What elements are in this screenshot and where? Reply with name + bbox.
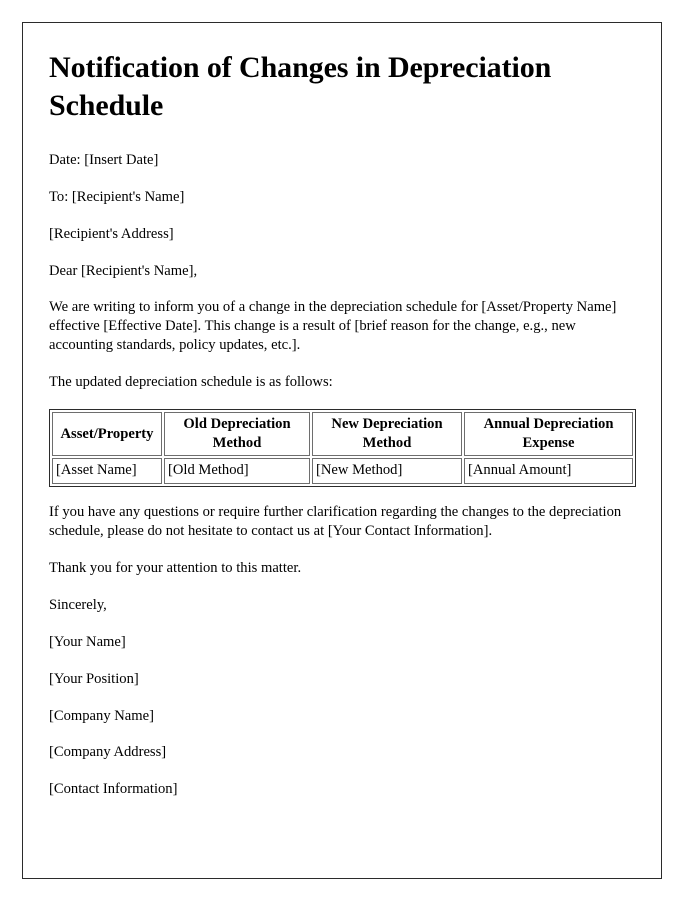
- salutation: Dear [Recipient's Name],: [49, 262, 198, 279]
- recipient-name-line: To: [Recipient's Name]: [49, 188, 185, 205]
- intro-paragraph: We are writing to inform you of a change…: [49, 299, 617, 354]
- page-frame: Notification of Changes in Depreciation …: [22, 22, 662, 879]
- thanks-paragraph: Thank you for your attention to this mat…: [49, 559, 302, 576]
- cell-old-method: [Old Method]: [164, 457, 310, 484]
- signature-company-name: [Company Name]: [49, 707, 154, 724]
- table-lead-in: The updated depreciation schedule is as …: [49, 374, 333, 391]
- page-title: Notification of Changes in Depreciation …: [49, 51, 552, 122]
- signature-company-address: [Company Address]: [49, 744, 167, 761]
- recipient-address-line: [Recipient's Address]: [49, 225, 174, 242]
- column-header-old-method: Old Depreciation Method: [164, 412, 310, 456]
- date-line: Date: [Insert Date]: [49, 151, 159, 168]
- sign-off: Sincerely,: [49, 596, 107, 613]
- closing-paragraph: If you have any questions or require fur…: [49, 503, 622, 539]
- column-header-asset-property: Asset/Property: [52, 412, 162, 456]
- signature-your-name: [Your Name]: [49, 633, 126, 650]
- signature-your-position: [Your Position]: [49, 670, 139, 687]
- cell-annual-amount: [Annual Amount]: [464, 457, 633, 484]
- table-header-row: Asset/Property Old Depreciation Method N…: [52, 412, 633, 456]
- column-header-new-method: New Depreciation Method: [312, 412, 462, 456]
- table-row: [Asset Name] [Old Method] [New Method] […: [52, 457, 633, 484]
- depreciation-schedule-table: Asset/Property Old Depreciation Method N…: [49, 409, 636, 487]
- cell-asset-name: [Asset Name]: [52, 457, 162, 484]
- column-header-annual-expense: Annual Depreciation Expense: [464, 412, 633, 456]
- document-body: Notification of Changes in Depreciation …: [23, 23, 661, 799]
- signature-contact-information: [Contact Information]: [49, 781, 178, 798]
- cell-new-method: [New Method]: [312, 457, 462, 484]
